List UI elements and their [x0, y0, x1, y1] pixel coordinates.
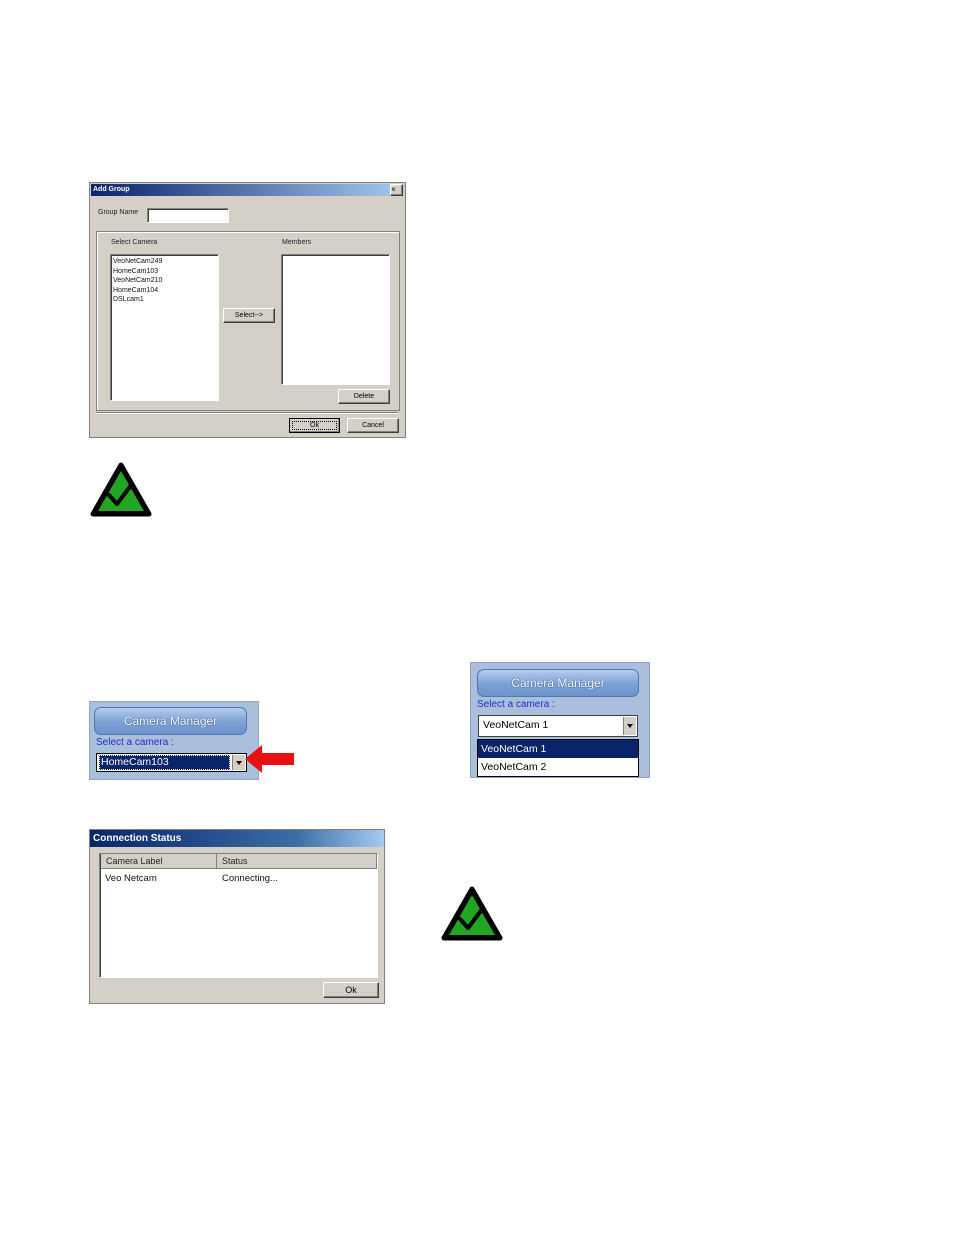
dropdown-option[interactable]: VeoNetCam 2 [478, 758, 638, 776]
select-camera-label: Select a camera : [96, 737, 174, 748]
camera-dropdown-list[interactable]: VeoNetCam 1 VeoNetCam 2 [477, 739, 639, 777]
ok-button[interactable]: Ok [289, 418, 340, 433]
dialog-title: Connection Status [90, 830, 384, 847]
members-label: Members [282, 239, 312, 246]
chevron-down-icon[interactable] [623, 717, 636, 735]
column-header-status[interactable]: Status [217, 854, 377, 869]
group-name-label: Group Name [98, 209, 139, 216]
status-cell: Connecting... [222, 873, 278, 884]
list-item[interactable]: DSLcam1 [113, 295, 216, 305]
list-item[interactable]: HomeCam104 [113, 286, 216, 296]
ok-button[interactable]: Ok [323, 982, 379, 998]
close-icon[interactable]: × [390, 184, 403, 196]
list-item[interactable]: VeoNetCam249 [113, 257, 216, 267]
dropdown-option[interactable]: VeoNetCam 1 [478, 740, 638, 758]
camera-select[interactable]: HomeCam103 [96, 753, 247, 772]
check-note-icon [90, 462, 152, 517]
group-name-input[interactable] [147, 208, 229, 223]
camera-list[interactable]: VeoNetCam249 HomeCam103 VeoNetCam210 HomeCa… [110, 254, 219, 401]
red-arrow-icon [245, 745, 294, 773]
selected-camera: HomeCam103 [99, 755, 230, 770]
dialog-title: Add Group [91, 184, 404, 196]
camera-manager-panel-expanded: Camera Manager Select a camera : VeoNetC… [470, 662, 650, 778]
camera-select[interactable]: VeoNetCam 1 [478, 715, 638, 737]
cancel-button[interactable]: Cancel [347, 418, 399, 433]
members-list[interactable] [281, 254, 390, 385]
camera-manager-panel: Camera Manager Select a camera : HomeCam… [89, 701, 259, 780]
select-button[interactable]: Select--> [223, 308, 275, 323]
camera-label-cell: Veo Netcam [105, 873, 157, 884]
select-camera-label: Select Camera [111, 239, 158, 246]
check-note-icon [441, 886, 503, 941]
add-group-dialog: Add Group × Group Name Select Camera Mem… [89, 182, 406, 438]
column-header-camera-label[interactable]: Camera Label [101, 854, 217, 869]
chevron-down-icon[interactable] [232, 755, 245, 770]
selected-camera: VeoNetCam 1 [483, 719, 549, 731]
camera-manager-title: Camera Manager [477, 669, 639, 697]
list-item[interactable]: HomeCam103 [113, 267, 216, 277]
connection-status-dialog: Connection Status Camera Label Status Ve… [89, 829, 385, 1004]
delete-button[interactable]: Delete [338, 389, 390, 404]
select-camera-label: Select a camera : [477, 699, 555, 710]
status-table: Camera Label Status Veo Netcam Connectin… [99, 853, 378, 978]
list-item[interactable]: VeoNetCam210 [113, 276, 216, 286]
camera-manager-title: Camera Manager [94, 707, 247, 735]
divider [96, 412, 398, 414]
